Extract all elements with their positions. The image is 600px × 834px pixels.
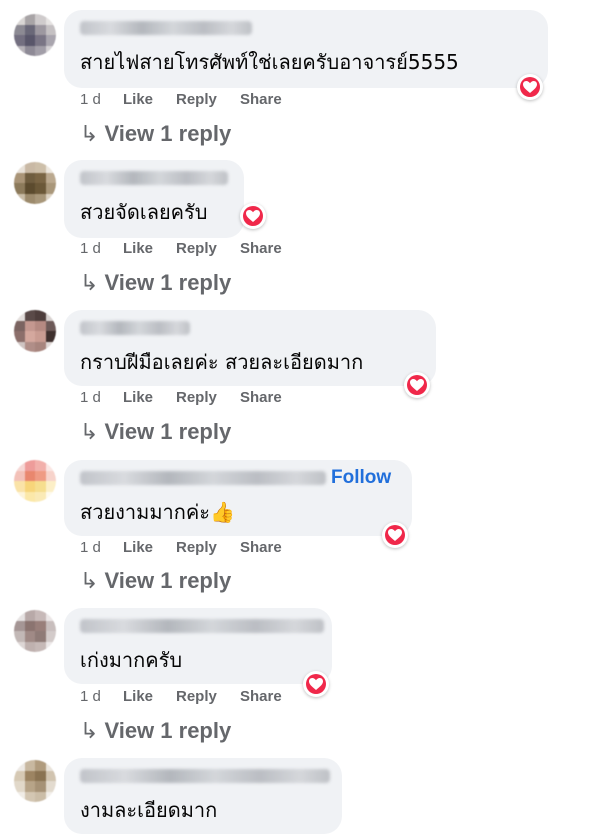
timestamp[interactable]: 1 d: [80, 240, 101, 257]
avatar[interactable]: [14, 310, 56, 352]
comment-bubble: Follow สวยงามมากค่ะ👍: [64, 460, 412, 536]
reaction-badge[interactable]: [240, 203, 266, 229]
reply-arrow-icon: ↳: [80, 270, 99, 295]
share-button[interactable]: Share: [240, 91, 282, 108]
share-button[interactable]: Share: [240, 539, 282, 556]
reaction-badge[interactable]: [382, 522, 408, 548]
avatar[interactable]: [14, 14, 56, 56]
reply-button[interactable]: Reply: [176, 91, 217, 108]
reply-arrow-icon: ↳: [80, 718, 99, 743]
follow-button[interactable]: Follow: [331, 467, 391, 489]
author-name-redacted[interactable]: [80, 171, 228, 185]
share-button[interactable]: Share: [240, 389, 282, 406]
avatar[interactable]: [14, 610, 56, 652]
reply-button[interactable]: Reply: [176, 539, 217, 556]
comment-bubble: งามละเอียดมาก: [64, 758, 342, 834]
comment-text: สายไฟสายโทรศัพท์ใช่เลยครับอาจารย์5555: [80, 50, 459, 74]
view-replies-label: View 1 reply: [104, 568, 232, 593]
timestamp[interactable]: 1 d: [80, 91, 101, 108]
avatar[interactable]: [14, 460, 56, 502]
like-button[interactable]: Like: [123, 539, 153, 556]
view-replies-link[interactable]: ↳ View 1 reply: [80, 568, 231, 594]
reply-arrow-icon: ↳: [80, 419, 99, 444]
reply-arrow-icon: ↳: [80, 121, 99, 146]
avatar[interactable]: [14, 162, 56, 204]
view-replies-link[interactable]: ↳ View 1 reply: [80, 270, 231, 296]
heart-icon: [246, 210, 260, 222]
like-button[interactable]: Like: [123, 91, 153, 108]
view-replies-label: View 1 reply: [104, 419, 232, 444]
heart-icon: [410, 379, 424, 391]
view-replies-label: View 1 reply: [104, 718, 232, 743]
view-replies-link[interactable]: ↳ View 1 reply: [80, 718, 231, 744]
heart-icon: [523, 81, 537, 93]
heart-icon: [309, 678, 323, 690]
comment-text: งามละเอียดมาก: [80, 798, 218, 822]
like-button[interactable]: Like: [123, 688, 153, 705]
avatar[interactable]: [14, 760, 56, 802]
view-replies-label: View 1 reply: [104, 121, 232, 146]
reaction-badge[interactable]: [404, 372, 430, 398]
author-name-redacted[interactable]: [80, 21, 252, 35]
share-button[interactable]: Share: [240, 240, 282, 257]
comment-text: กราบฝีมือเลยค่ะ สวยละเอียดมาก: [80, 350, 364, 374]
reply-button[interactable]: Reply: [176, 240, 217, 257]
comment-bubble: กราบฝีมือเลยค่ะ สวยละเอียดมาก: [64, 310, 436, 386]
reply-button[interactable]: Reply: [176, 389, 217, 406]
comment-bubble: สวยจัดเลยครับ: [64, 160, 244, 238]
view-replies-label: View 1 reply: [104, 270, 232, 295]
comment-bubble: สายไฟสายโทรศัพท์ใช่เลยครับอาจารย์5555: [64, 10, 548, 88]
reply-arrow-icon: ↳: [80, 568, 99, 593]
reply-button[interactable]: Reply: [176, 688, 217, 705]
author-name-redacted[interactable]: [80, 321, 190, 335]
timestamp[interactable]: 1 d: [80, 688, 101, 705]
comment-text: สวยงามมากค่ะ👍: [80, 500, 235, 524]
like-button[interactable]: Like: [123, 240, 153, 257]
author-name-redacted[interactable]: [80, 471, 326, 485]
like-button[interactable]: Like: [123, 389, 153, 406]
comment-bubble: เก่งมากครับ: [64, 608, 332, 684]
comment-text: เก่งมากครับ: [80, 648, 183, 672]
reaction-badge[interactable]: [303, 671, 329, 697]
author-name-redacted[interactable]: [80, 769, 330, 783]
author-name-redacted[interactable]: [80, 619, 324, 633]
view-replies-link[interactable]: ↳ View 1 reply: [80, 121, 231, 147]
reaction-badge[interactable]: [517, 74, 543, 100]
heart-icon: [388, 529, 402, 541]
view-replies-link[interactable]: ↳ View 1 reply: [80, 419, 231, 445]
comment-text: สวยจัดเลยครับ: [80, 200, 208, 224]
share-button[interactable]: Share: [240, 688, 282, 705]
timestamp[interactable]: 1 d: [80, 389, 101, 406]
timestamp[interactable]: 1 d: [80, 539, 101, 556]
